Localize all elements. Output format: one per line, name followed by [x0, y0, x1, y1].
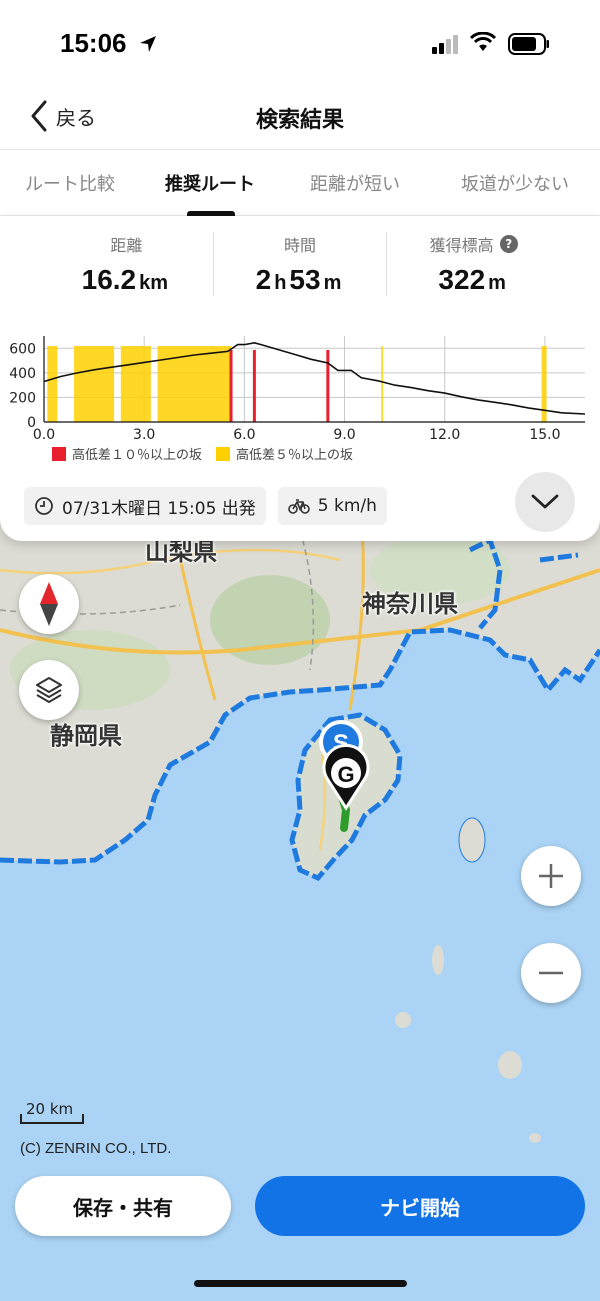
slope-10pct-band [326, 350, 330, 422]
slope-5pct-band [157, 346, 232, 422]
navigation-bar: 戻る 検索結果 [0, 90, 600, 150]
stat-elevation-gain: 獲得標高? 322 m [386, 232, 560, 296]
zoom-in-button[interactable] [521, 846, 581, 906]
route-summary-panel: 距離 16.2 km 時間 2 h 53 m 獲得標高? 322 m 0 200 400 600… [0, 216, 600, 541]
question-icon[interactable]: ? [499, 235, 518, 253]
save-share-button[interactable]: 保存・共有 [15, 1176, 231, 1236]
slope-10pct-band [252, 350, 256, 422]
x-tick-label: 6.0 [233, 427, 255, 443]
stat-distance-label: 距離 [110, 236, 143, 255]
x-tick-label: 12.0 [429, 427, 460, 443]
tab-recommended-route[interactable]: 推奨ルート [140, 150, 280, 216]
island [395, 1012, 411, 1028]
status-bar: 15:06 [0, 0, 600, 90]
slope-5pct-band [47, 346, 58, 422]
route-tabs: ルート比較 推奨ルート 距離が短い 坂道が少ない [0, 150, 600, 216]
legend-item-5pct: 高低差５％以上の坂 [216, 444, 353, 463]
start-navigation-button[interactable]: ナビ開始 [255, 1176, 585, 1236]
map-scale: 20 km [20, 1100, 84, 1124]
slope-5pct-band [381, 346, 383, 422]
tab-fewer-slopes[interactable]: 坂道が少ない [430, 150, 600, 216]
page-title: 検索結果 [255, 108, 344, 133]
x-tick-label: 15.0 [529, 427, 560, 443]
slope-5pct-band [120, 346, 151, 422]
trip-settings: 07/31木曜日 15:05 出発 5 km/h [24, 487, 387, 525]
chevron-down-icon [531, 494, 559, 509]
island [432, 945, 444, 975]
tab-route-compare[interactable]: ルート比較 [0, 150, 140, 216]
battery-icon [508, 33, 549, 55]
x-tick-label: 3.0 [133, 427, 155, 443]
stat-elevation-unit: m [488, 272, 506, 294]
departure-time-text: 07/31木曜日 15:05 出発 [62, 498, 256, 519]
stat-time: 時間 2 h 53 m [212, 232, 387, 296]
departure-time-chip[interactable]: 07/31木曜日 15:05 出発 [24, 487, 266, 525]
x-tick-label: 9.0 [333, 427, 355, 443]
island [498, 1051, 522, 1079]
speed-text: 5 km/h [317, 496, 377, 516]
legend-swatch-red [52, 446, 66, 461]
minus-icon [539, 971, 563, 975]
tab-shortest-distance[interactable]: 距離が短い [280, 150, 430, 216]
map-label-shizuoka: 静岡県 [50, 722, 122, 750]
legend-item-10pct: 高低差１０％以上の坂 [52, 444, 202, 463]
home-indicator [194, 1280, 407, 1287]
tab-recommended-label: 推奨ルート [165, 174, 255, 195]
slope-10pct-band [229, 350, 233, 422]
slope-5pct-band [74, 346, 115, 422]
stat-time-minutes: 53 [289, 264, 321, 295]
legend-swatch-yellow [216, 446, 231, 461]
status-time: 15:06 [60, 28, 127, 58]
stat-time-hours-unit: h [274, 272, 287, 294]
island [458, 817, 486, 863]
stat-distance-unit: km [139, 272, 169, 294]
y-tick-label: 400 [9, 366, 36, 382]
legend-label-5pct: 高低差５％以上の坂 [236, 448, 354, 463]
stat-time-minutes-unit: m [323, 272, 342, 294]
map-label-kanagawa: 神奈川県 [362, 590, 458, 618]
x-tick-label: 0.0 [33, 427, 55, 443]
stat-elevation-label: 獲得標高 [429, 236, 494, 255]
collapse-panel-button[interactable] [515, 472, 575, 532]
zoom-out-button[interactable] [521, 943, 581, 1003]
bicycle-icon [287, 499, 310, 514]
location-arrow-icon [140, 36, 156, 52]
compass-button[interactable] [19, 574, 79, 634]
cellular-signal-icon [432, 35, 458, 54]
y-tick-label: 600 [9, 341, 36, 357]
map-layers-button[interactable] [19, 660, 79, 720]
island [529, 1133, 541, 1143]
stat-distance-value: 16.2 [81, 264, 137, 295]
speed-chip[interactable]: 5 km/h [277, 487, 387, 525]
goal-marker-label: G [337, 762, 354, 787]
stat-distance: 距離 16.2 km [40, 232, 213, 296]
layers-icon [36, 677, 62, 703]
stat-elevation-value: 322 [438, 264, 486, 295]
clock-icon [35, 497, 53, 515]
compass-icon [40, 582, 58, 626]
wifi-icon [470, 32, 496, 51]
map-copyright: (C) ZENRIN CO., LTD. [20, 1140, 172, 1157]
chart-legend: 高低差１０％以上の坂 高低差５％以上の坂 [52, 444, 353, 463]
legend-label-10pct: 高低差１０％以上の坂 [72, 448, 203, 463]
y-tick-label: 200 [9, 390, 36, 406]
plus-icon [539, 864, 563, 888]
stat-time-hours: 2 [255, 264, 272, 295]
stat-time-label: 時間 [284, 236, 317, 255]
elevation-chart: 02004006000.0 3.0 6.0 9.0 12.0 15.0 [9, 336, 586, 443]
route-stats: 距離 16.2 km 時間 2 h 53 m 獲得標高? 322 m [40, 232, 560, 296]
